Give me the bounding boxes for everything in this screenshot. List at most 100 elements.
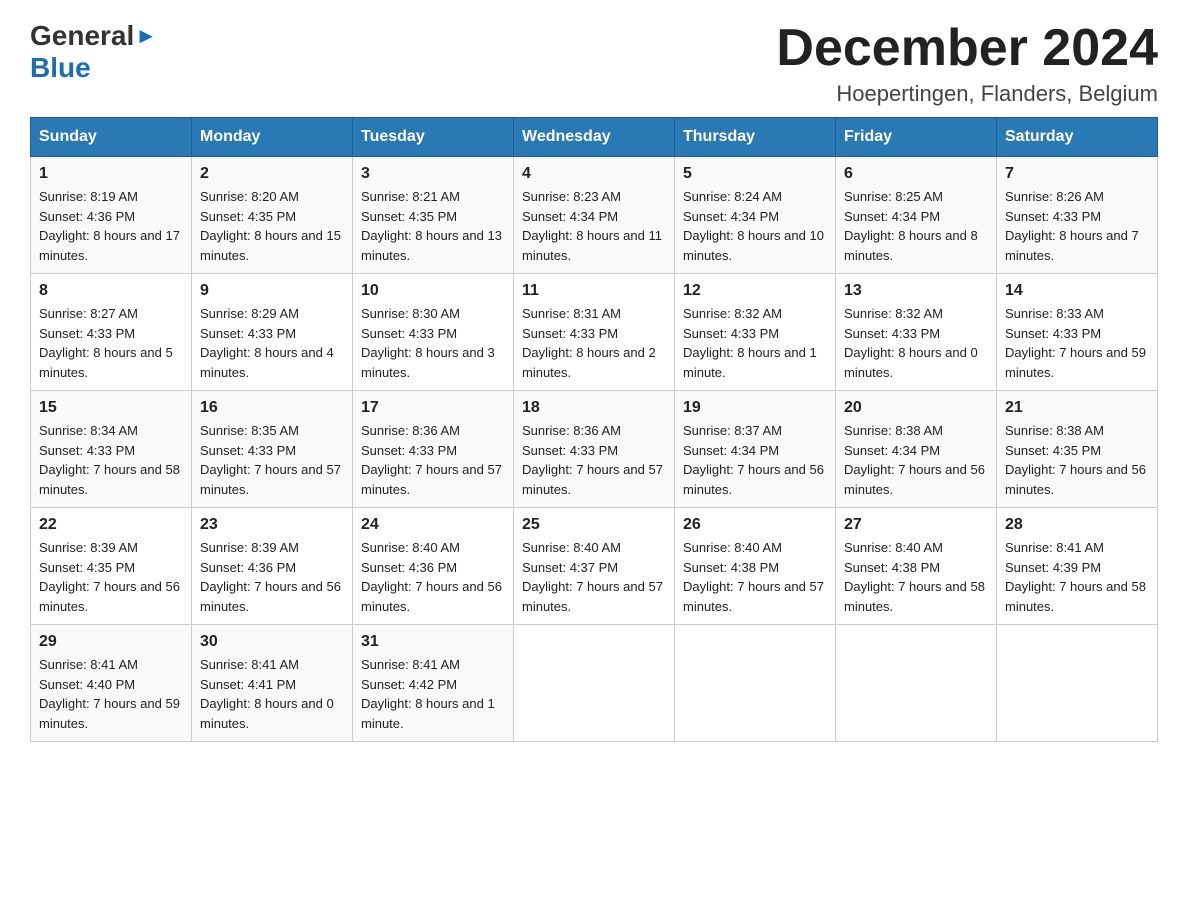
title-block: December 2024 Hoepertingen, Flanders, Be… xyxy=(776,20,1158,107)
calendar-cell: 9Sunrise: 8:29 AMSunset: 4:33 PMDaylight… xyxy=(192,274,353,391)
day-info: Sunrise: 8:41 AMSunset: 4:39 PMDaylight:… xyxy=(1005,538,1149,616)
calendar-cell: 21Sunrise: 8:38 AMSunset: 4:35 PMDayligh… xyxy=(997,391,1158,508)
calendar-cell: 10Sunrise: 8:30 AMSunset: 4:33 PMDayligh… xyxy=(353,274,514,391)
day-number: 25 xyxy=(522,516,666,534)
calendar-cell: 27Sunrise: 8:40 AMSunset: 4:38 PMDayligh… xyxy=(836,508,997,625)
logo-general-text: General xyxy=(30,20,134,52)
calendar-cell xyxy=(836,625,997,742)
day-number: 17 xyxy=(361,399,505,417)
page-header: General ► Blue December 2024 Hoepertinge… xyxy=(30,20,1158,107)
day-number: 22 xyxy=(39,516,183,534)
calendar-week-5: 29Sunrise: 8:41 AMSunset: 4:40 PMDayligh… xyxy=(31,625,1158,742)
calendar-table: SundayMondayTuesdayWednesdayThursdayFrid… xyxy=(30,117,1158,742)
day-info: Sunrise: 8:39 AMSunset: 4:36 PMDaylight:… xyxy=(200,538,344,616)
weekday-header-monday: Monday xyxy=(192,118,353,157)
calendar-cell: 3 Sunrise: 8:21 AMSunset: 4:35 PMDaylight… xyxy=(353,157,514,274)
day-number: 28 xyxy=(1005,516,1149,534)
calendar-header: SundayMondayTuesdayWednesdayThursdayFrid… xyxy=(31,118,1158,157)
day-number: 16 xyxy=(200,399,344,417)
weekday-header-tuesday: Tuesday xyxy=(353,118,514,157)
day-info: Sunrise: 8:32 AMSunset: 4:33 PMDaylight:… xyxy=(683,304,827,382)
calendar-cell: 13 Sunrise: 8:32 AMSunset: 4:33 PMDayligh… xyxy=(836,274,997,391)
day-info: Sunrise: 8:33 AMSunset: 4:33 PMDaylight:… xyxy=(1005,304,1149,382)
calendar-cell: 19 Sunrise: 8:37 AMSunset: 4:34 PMDayligh… xyxy=(675,391,836,508)
calendar-cell: 29Sunrise: 8:41 AMSunset: 4:40 PMDayligh… xyxy=(31,625,192,742)
calendar-cell: 1 Sunrise: 8:19 AMSunset: 4:36 PMDaylight… xyxy=(31,157,192,274)
day-info: Sunrise: 8:36 AMSunset: 4:33 PMDaylight:… xyxy=(361,421,505,499)
calendar-cell: 8 Sunrise: 8:27 AMSunset: 4:33 PMDaylight… xyxy=(31,274,192,391)
calendar-cell: 28 Sunrise: 8:41 AMSunset: 4:39 PMDayligh… xyxy=(997,508,1158,625)
day-number: 15 xyxy=(39,399,183,417)
day-info: Sunrise: 8:32 AMSunset: 4:33 PMDaylight:… xyxy=(844,304,988,382)
calendar-week-1: 1 Sunrise: 8:19 AMSunset: 4:36 PMDaylight… xyxy=(31,157,1158,274)
day-info: Sunrise: 8:40 AMSunset: 4:37 PMDaylight:… xyxy=(522,538,666,616)
day-info: Sunrise: 8:38 AMSunset: 4:34 PMDaylight:… xyxy=(844,421,988,499)
calendar-cell: 2 Sunrise: 8:20 AMSunset: 4:35 PMDaylight… xyxy=(192,157,353,274)
day-info: Sunrise: 8:23 AMSunset: 4:34 PMDaylight:… xyxy=(522,187,666,265)
day-number: 2 xyxy=(200,165,344,183)
calendar-cell: 11 Sunrise: 8:31 AMSunset: 4:33 PMDayligh… xyxy=(514,274,675,391)
day-info: Sunrise: 8:19 AMSunset: 4:36 PMDaylight:… xyxy=(39,187,183,265)
calendar-cell xyxy=(997,625,1158,742)
day-info: Sunrise: 8:27 AMSunset: 4:33 PMDaylight:… xyxy=(39,304,183,382)
calendar-cell: 15 Sunrise: 8:34 AMSunset: 4:33 PMDayligh… xyxy=(31,391,192,508)
day-info: Sunrise: 8:29 AMSunset: 4:33 PMDaylight:… xyxy=(200,304,344,382)
calendar-week-2: 8 Sunrise: 8:27 AMSunset: 4:33 PMDaylight… xyxy=(31,274,1158,391)
day-info: Sunrise: 8:40 AMSunset: 4:38 PMDaylight:… xyxy=(844,538,988,616)
calendar-cell: 6Sunrise: 8:25 AMSunset: 4:34 PMDaylight… xyxy=(836,157,997,274)
day-number: 10 xyxy=(361,282,505,300)
day-number: 5 xyxy=(683,165,827,183)
calendar-cell: 5Sunrise: 8:24 AMSunset: 4:34 PMDaylight… xyxy=(675,157,836,274)
day-number: 12 xyxy=(683,282,827,300)
calendar-cell: 30Sunrise: 8:41 AMSunset: 4:41 PMDayligh… xyxy=(192,625,353,742)
day-info: Sunrise: 8:25 AMSunset: 4:34 PMDaylight:… xyxy=(844,187,988,265)
day-number: 8 xyxy=(39,282,183,300)
calendar-cell: 26Sunrise: 8:40 AMSunset: 4:38 PMDayligh… xyxy=(675,508,836,625)
logo-blue-text: Blue xyxy=(30,52,91,84)
day-info: Sunrise: 8:20 AMSunset: 4:35 PMDaylight:… xyxy=(200,187,344,265)
calendar-cell: 7 Sunrise: 8:26 AMSunset: 4:33 PMDaylight… xyxy=(997,157,1158,274)
day-number: 29 xyxy=(39,633,183,651)
day-info: Sunrise: 8:40 AMSunset: 4:38 PMDaylight:… xyxy=(683,538,827,616)
calendar-cell: 24 Sunrise: 8:40 AMSunset: 4:36 PMDayligh… xyxy=(353,508,514,625)
calendar-body: 1 Sunrise: 8:19 AMSunset: 4:36 PMDaylight… xyxy=(31,157,1158,742)
calendar-cell: 25 Sunrise: 8:40 AMSunset: 4:37 PMDayligh… xyxy=(514,508,675,625)
day-number: 7 xyxy=(1005,165,1149,183)
calendar-cell: 14 Sunrise: 8:33 AMSunset: 4:33 PMDayligh… xyxy=(997,274,1158,391)
day-number: 19 xyxy=(683,399,827,417)
day-number: 1 xyxy=(39,165,183,183)
day-number: 30 xyxy=(200,633,344,651)
day-info: Sunrise: 8:34 AMSunset: 4:33 PMDaylight:… xyxy=(39,421,183,499)
weekday-header-friday: Friday xyxy=(836,118,997,157)
calendar-cell: 23Sunrise: 8:39 AMSunset: 4:36 PMDayligh… xyxy=(192,508,353,625)
day-info: Sunrise: 8:21 AMSunset: 4:35 PMDaylight:… xyxy=(361,187,505,265)
weekday-row: SundayMondayTuesdayWednesdayThursdayFrid… xyxy=(31,118,1158,157)
day-info: Sunrise: 8:31 AMSunset: 4:33 PMDaylight:… xyxy=(522,304,666,382)
day-info: Sunrise: 8:37 AMSunset: 4:34 PMDaylight:… xyxy=(683,421,827,499)
calendar-week-3: 15 Sunrise: 8:34 AMSunset: 4:33 PMDayligh… xyxy=(31,391,1158,508)
day-info: Sunrise: 8:36 AMSunset: 4:33 PMDaylight:… xyxy=(522,421,666,499)
day-info: Sunrise: 8:26 AMSunset: 4:33 PMDaylight:… xyxy=(1005,187,1149,265)
day-number: 11 xyxy=(522,282,666,300)
calendar-cell: 16 Sunrise: 8:35 AMSunset: 4:33 PMDayligh… xyxy=(192,391,353,508)
logo-arrow-icon: ► xyxy=(135,23,157,49)
calendar-cell: 22Sunrise: 8:39 AMSunset: 4:35 PMDayligh… xyxy=(31,508,192,625)
day-info: Sunrise: 8:38 AMSunset: 4:35 PMDaylight:… xyxy=(1005,421,1149,499)
location: Hoepertingen, Flanders, Belgium xyxy=(776,81,1158,107)
day-number: 14 xyxy=(1005,282,1149,300)
day-number: 18 xyxy=(522,399,666,417)
calendar-cell: 20 Sunrise: 8:38 AMSunset: 4:34 PMDayligh… xyxy=(836,391,997,508)
day-number: 20 xyxy=(844,399,988,417)
calendar-cell: 18 Sunrise: 8:36 AMSunset: 4:33 PMDayligh… xyxy=(514,391,675,508)
day-info: Sunrise: 8:40 AMSunset: 4:36 PMDaylight:… xyxy=(361,538,505,616)
day-info: Sunrise: 8:35 AMSunset: 4:33 PMDaylight:… xyxy=(200,421,344,499)
day-number: 13 xyxy=(844,282,988,300)
calendar-cell: 4 Sunrise: 8:23 AMSunset: 4:34 PMDaylight… xyxy=(514,157,675,274)
day-number: 4 xyxy=(522,165,666,183)
calendar-cell: 17 Sunrise: 8:36 AMSunset: 4:33 PMDayligh… xyxy=(353,391,514,508)
day-number: 24 xyxy=(361,516,505,534)
weekday-header-wednesday: Wednesday xyxy=(514,118,675,157)
day-number: 3 xyxy=(361,165,505,183)
month-title: December 2024 xyxy=(776,20,1158,77)
calendar-cell xyxy=(514,625,675,742)
